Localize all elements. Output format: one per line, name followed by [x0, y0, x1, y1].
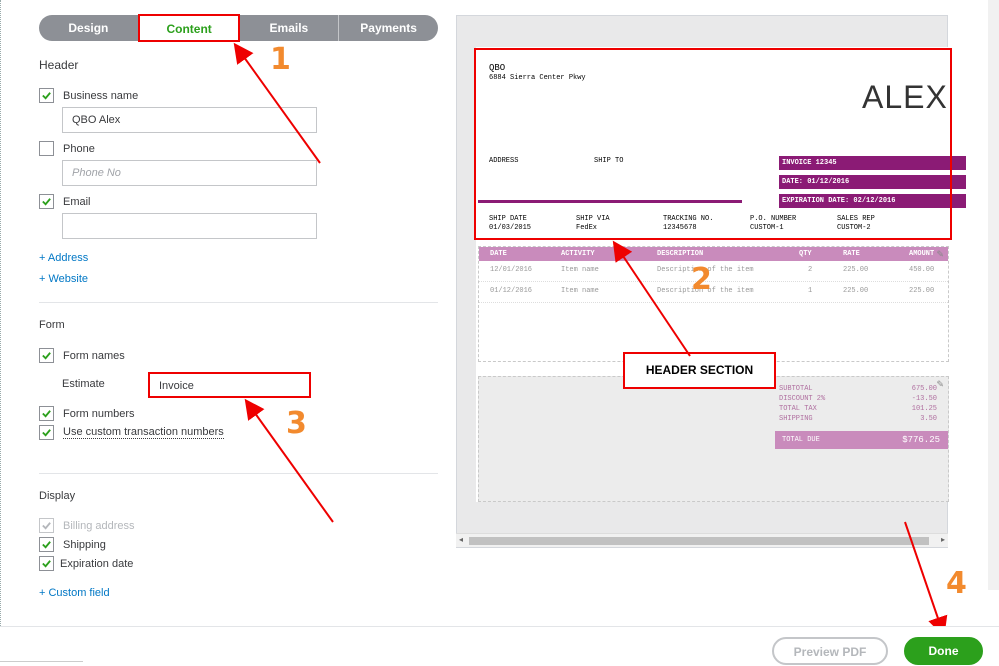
col-header: DATE: [490, 250, 507, 258]
cell: 450.00: [909, 266, 935, 274]
billing-address-option: Billing address: [39, 518, 135, 533]
invoice-customization-page: Design Content Emails Payments 1 Header …: [0, 0, 999, 666]
annotation-number-1: 1: [270, 42, 291, 77]
custom-transaction-numbers-option[interactable]: Use custom transaction numbers: [39, 425, 224, 440]
form-names-label: Form names: [63, 349, 125, 362]
done-button[interactable]: Done: [904, 637, 983, 665]
items-table-header: DATE ACTIVITY DESCRIPTION QTY RATE AMOUN…: [479, 247, 948, 261]
estimate-label: Estimate: [62, 378, 105, 390]
tab-emails[interactable]: Emails: [240, 15, 340, 41]
totals-value: 101.25: [911, 405, 937, 413]
totals-labels: SUBTOTAL DISCOUNT 2% TOTAL TAX SHIPPING: [779, 384, 825, 424]
col-header: QTY: [799, 250, 812, 258]
totals-block[interactable]: ✎ SUBTOTAL DISCOUNT 2% TOTAL TAX SHIPPIN…: [478, 376, 949, 502]
totals-label: SUBTOTAL: [779, 385, 813, 393]
checkbox-disabled-icon: [39, 518, 54, 533]
phone-label: Phone: [63, 142, 95, 155]
table-row: 01/12/2016 Item name Description of the …: [479, 287, 948, 303]
shipping-option[interactable]: Shipping: [39, 537, 106, 552]
shipping-label: Shipping: [63, 538, 106, 551]
cell: 225.00: [843, 266, 869, 274]
checkbox-checked-icon[interactable]: [39, 406, 54, 421]
pencil-icon[interactable]: ✎: [936, 249, 944, 260]
form-names-option[interactable]: Form names: [39, 348, 125, 363]
totals-label: DISCOUNT 2%: [779, 395, 826, 403]
email-label: Email: [63, 195, 91, 208]
business-name-input[interactable]: QBO Alex: [62, 107, 317, 133]
footer-bar: Preview PDF Done: [0, 626, 999, 666]
cell: 225.00: [909, 287, 935, 295]
custom-transaction-numbers-label: Use custom transaction numbers: [63, 426, 224, 439]
phone-option[interactable]: Phone: [39, 141, 95, 156]
checkbox-checked-icon[interactable]: [39, 194, 54, 209]
left-edge-divider: [0, 0, 2, 640]
add-custom-field-link[interactable]: + Custom field: [39, 587, 110, 599]
col-header: RATE: [843, 250, 860, 258]
preview-pdf-button[interactable]: Preview PDF: [772, 637, 888, 665]
checkbox-checked-icon[interactable]: [39, 425, 54, 440]
expiration-date-label: Expiration date: [60, 557, 134, 570]
email-option[interactable]: Email: [39, 194, 91, 209]
cell: 1: [808, 287, 813, 295]
total-due-label: TOTAL DUE: [782, 436, 820, 444]
checkbox-unchecked-icon[interactable]: [39, 141, 54, 156]
checkbox-checked-icon[interactable]: [39, 556, 54, 571]
table-row: 12/01/2016 Item name Description of the …: [479, 266, 948, 282]
estimate-name-input[interactable]: Invoice: [148, 372, 311, 398]
business-name-label: Business name: [63, 89, 139, 102]
email-input[interactable]: [62, 213, 317, 239]
totals-values: 675.00 -13.50 101.25 3.50: [879, 384, 937, 424]
checkbox-checked-icon[interactable]: [39, 88, 54, 103]
col-header: ACTIVITY: [561, 250, 595, 258]
totals-value: 3.50: [920, 415, 937, 423]
footer-edge: [0, 661, 83, 666]
annotation-number-2: 2: [691, 262, 712, 297]
business-name-option[interactable]: Business name: [39, 88, 138, 103]
total-due-value: $776.25: [902, 435, 940, 445]
form-numbers-option[interactable]: Form numbers: [39, 406, 135, 421]
col-header: DESCRIPTION: [657, 250, 704, 258]
checkbox-checked-icon[interactable]: [39, 537, 54, 552]
checkbox-checked-icon[interactable]: [39, 348, 54, 363]
totals-value: -13.50: [911, 395, 937, 403]
items-table-block[interactable]: DATE ACTIVITY DESCRIPTION QTY RATE AMOUN…: [478, 246, 949, 362]
form-section-title: Form: [39, 319, 65, 331]
annotation-number-4: 4: [946, 566, 967, 601]
billing-address-label: Billing address: [63, 519, 135, 532]
section-divider: [39, 473, 438, 474]
tab-design[interactable]: Design: [39, 15, 139, 41]
add-address-link[interactable]: + Address: [39, 252, 88, 264]
totals-label: TOTAL TAX: [779, 405, 817, 413]
phone-input[interactable]: Phone No: [62, 160, 317, 186]
expiration-date-option[interactable]: Expiration date: [39, 556, 133, 571]
form-numbers-label: Form numbers: [63, 407, 135, 420]
header-section-title: Header: [39, 58, 79, 72]
cell: 12/01/2016: [490, 266, 533, 274]
cell: 2: [808, 266, 813, 274]
header-section-highlight: [474, 48, 952, 240]
annotation-number-3: 3: [286, 406, 307, 441]
vertical-scrollbar[interactable]: [988, 0, 999, 590]
totals-label: SHIPPING: [779, 415, 813, 423]
scroll-thumb[interactable]: [469, 537, 929, 545]
cell: Item name: [561, 266, 599, 274]
cell: Item name: [561, 287, 599, 295]
cell: 01/12/2016: [490, 287, 533, 295]
display-section-title: Display: [39, 490, 76, 502]
scroll-left-icon[interactable]: ◂: [459, 535, 463, 544]
scroll-right-icon[interactable]: ▸: [941, 535, 945, 544]
tab-payments[interactable]: Payments: [339, 15, 438, 41]
pencil-icon[interactable]: ✎: [936, 379, 944, 390]
content-tab-highlight: [138, 14, 240, 42]
preview-horizontal-scrollbar[interactable]: ◂ ▸: [456, 533, 948, 547]
total-due-bar: TOTAL DUE $776.25: [775, 431, 948, 449]
section-divider: [39, 302, 438, 303]
totals-value: 675.00: [911, 385, 937, 393]
add-website-link[interactable]: + Website: [39, 273, 88, 285]
header-section-callout: HEADER SECTION: [623, 352, 776, 389]
cell: 225.00: [843, 287, 869, 295]
